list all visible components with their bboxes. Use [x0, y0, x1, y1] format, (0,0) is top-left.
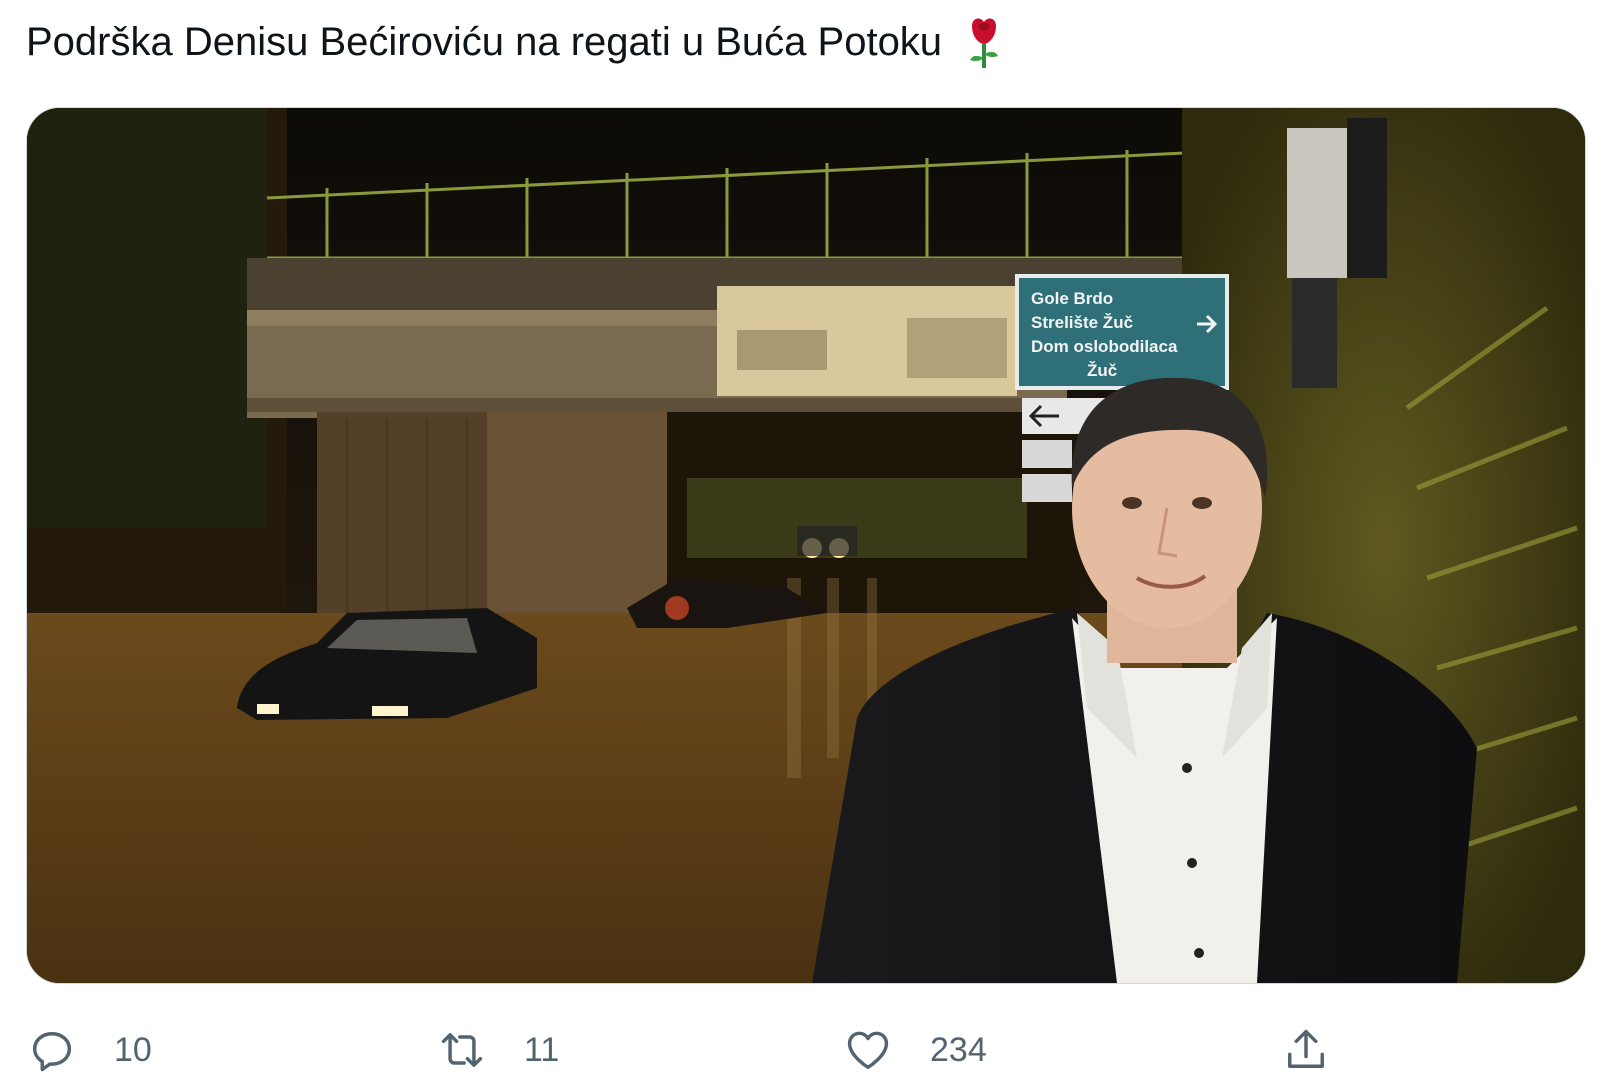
- svg-text:Strelište Žuč: Strelište Žuč: [1031, 313, 1133, 332]
- tweet-text: Podrška Denisu Bećiroviću na regati u Bu…: [26, 14, 1008, 70]
- like-button[interactable]: 234: [842, 1020, 987, 1080]
- retweet-count: 11: [524, 1030, 560, 1069]
- share-icon: [1288, 1029, 1324, 1068]
- svg-text:Gole Brdo: Gole Brdo: [1031, 289, 1113, 308]
- retweet-button[interactable]: 11: [436, 1020, 559, 1080]
- reply-button[interactable]: 10: [26, 1020, 152, 1080]
- flooded-underpass-photo: Gole Brdo Strelište Žuč Dom oslobodilaca…: [27, 108, 1585, 983]
- share-button[interactable]: [1280, 1020, 1332, 1080]
- tweet-actions: 10 11 234: [0, 1020, 1609, 1080]
- heart-icon: [847, 1031, 889, 1070]
- svg-text:Žuč: Žuč: [1087, 361, 1117, 380]
- tweet-text-content: Podrška Denisu Bećiroviću na regati u Bu…: [26, 20, 943, 64]
- rose-icon: [970, 18, 999, 68]
- like-count: 234: [930, 1030, 987, 1069]
- reply-icon: [32, 1032, 72, 1072]
- retweet-icon: [441, 1033, 483, 1067]
- svg-text:Dom oslobodilaca: Dom oslobodilaca: [1031, 337, 1178, 356]
- tweet-photo[interactable]: Gole Brdo Strelište Žuč Dom oslobodilaca…: [26, 107, 1586, 984]
- reply-count: 10: [114, 1030, 152, 1069]
